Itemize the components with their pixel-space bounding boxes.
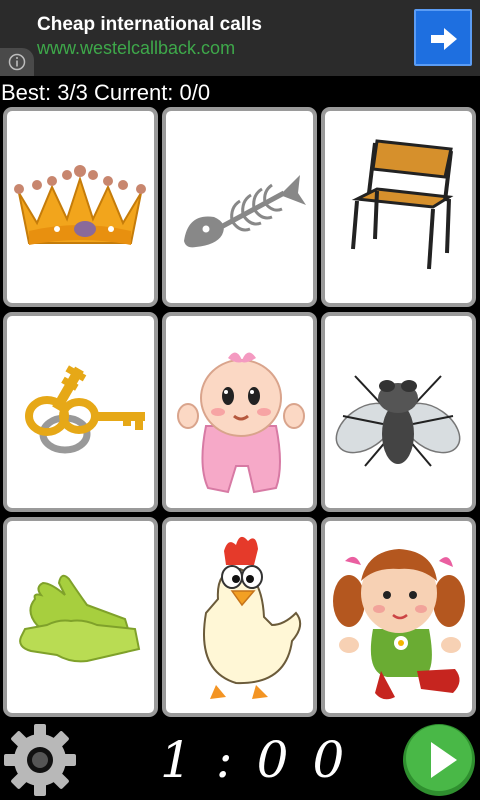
gloves-icon	[19, 574, 141, 663]
doll-icon	[333, 549, 465, 700]
crown-icon	[14, 165, 146, 245]
gear-icon	[4, 724, 76, 796]
ad-url[interactable]: www.westelcallback.com	[37, 38, 235, 59]
baby-icon	[177, 352, 305, 494]
play-button[interactable]	[401, 722, 477, 798]
chair-icon	[351, 139, 454, 270]
card-doll[interactable]	[321, 517, 476, 717]
play-icon	[403, 724, 475, 796]
ad-title[interactable]: Cheap international calls	[37, 14, 262, 36]
fish-bone-icon	[184, 175, 306, 248]
card-fly[interactable]	[321, 312, 476, 512]
arrow-right-icon	[431, 28, 457, 50]
card-crown[interactable]	[3, 107, 158, 307]
card-fish-bone[interactable]	[162, 107, 317, 307]
ad-banner[interactable]: Cheap international calls www.westelcall…	[0, 0, 480, 76]
info-icon[interactable]	[0, 48, 34, 76]
card-gloves[interactable]	[3, 517, 158, 717]
score-text: Best: 3/3 Current: 0/0	[1, 80, 211, 105]
timer-display: 1:00	[160, 731, 369, 789]
keys-icon	[25, 365, 145, 454]
card-keys[interactable]	[3, 312, 158, 512]
fly-icon	[335, 375, 461, 467]
card-chicken[interactable]	[162, 517, 317, 717]
ad-open-button[interactable]	[414, 9, 472, 66]
chicken-icon	[203, 536, 302, 699]
card-baby[interactable]	[162, 312, 317, 512]
settings-button[interactable]	[2, 722, 78, 798]
card-chair[interactable]	[321, 107, 476, 307]
